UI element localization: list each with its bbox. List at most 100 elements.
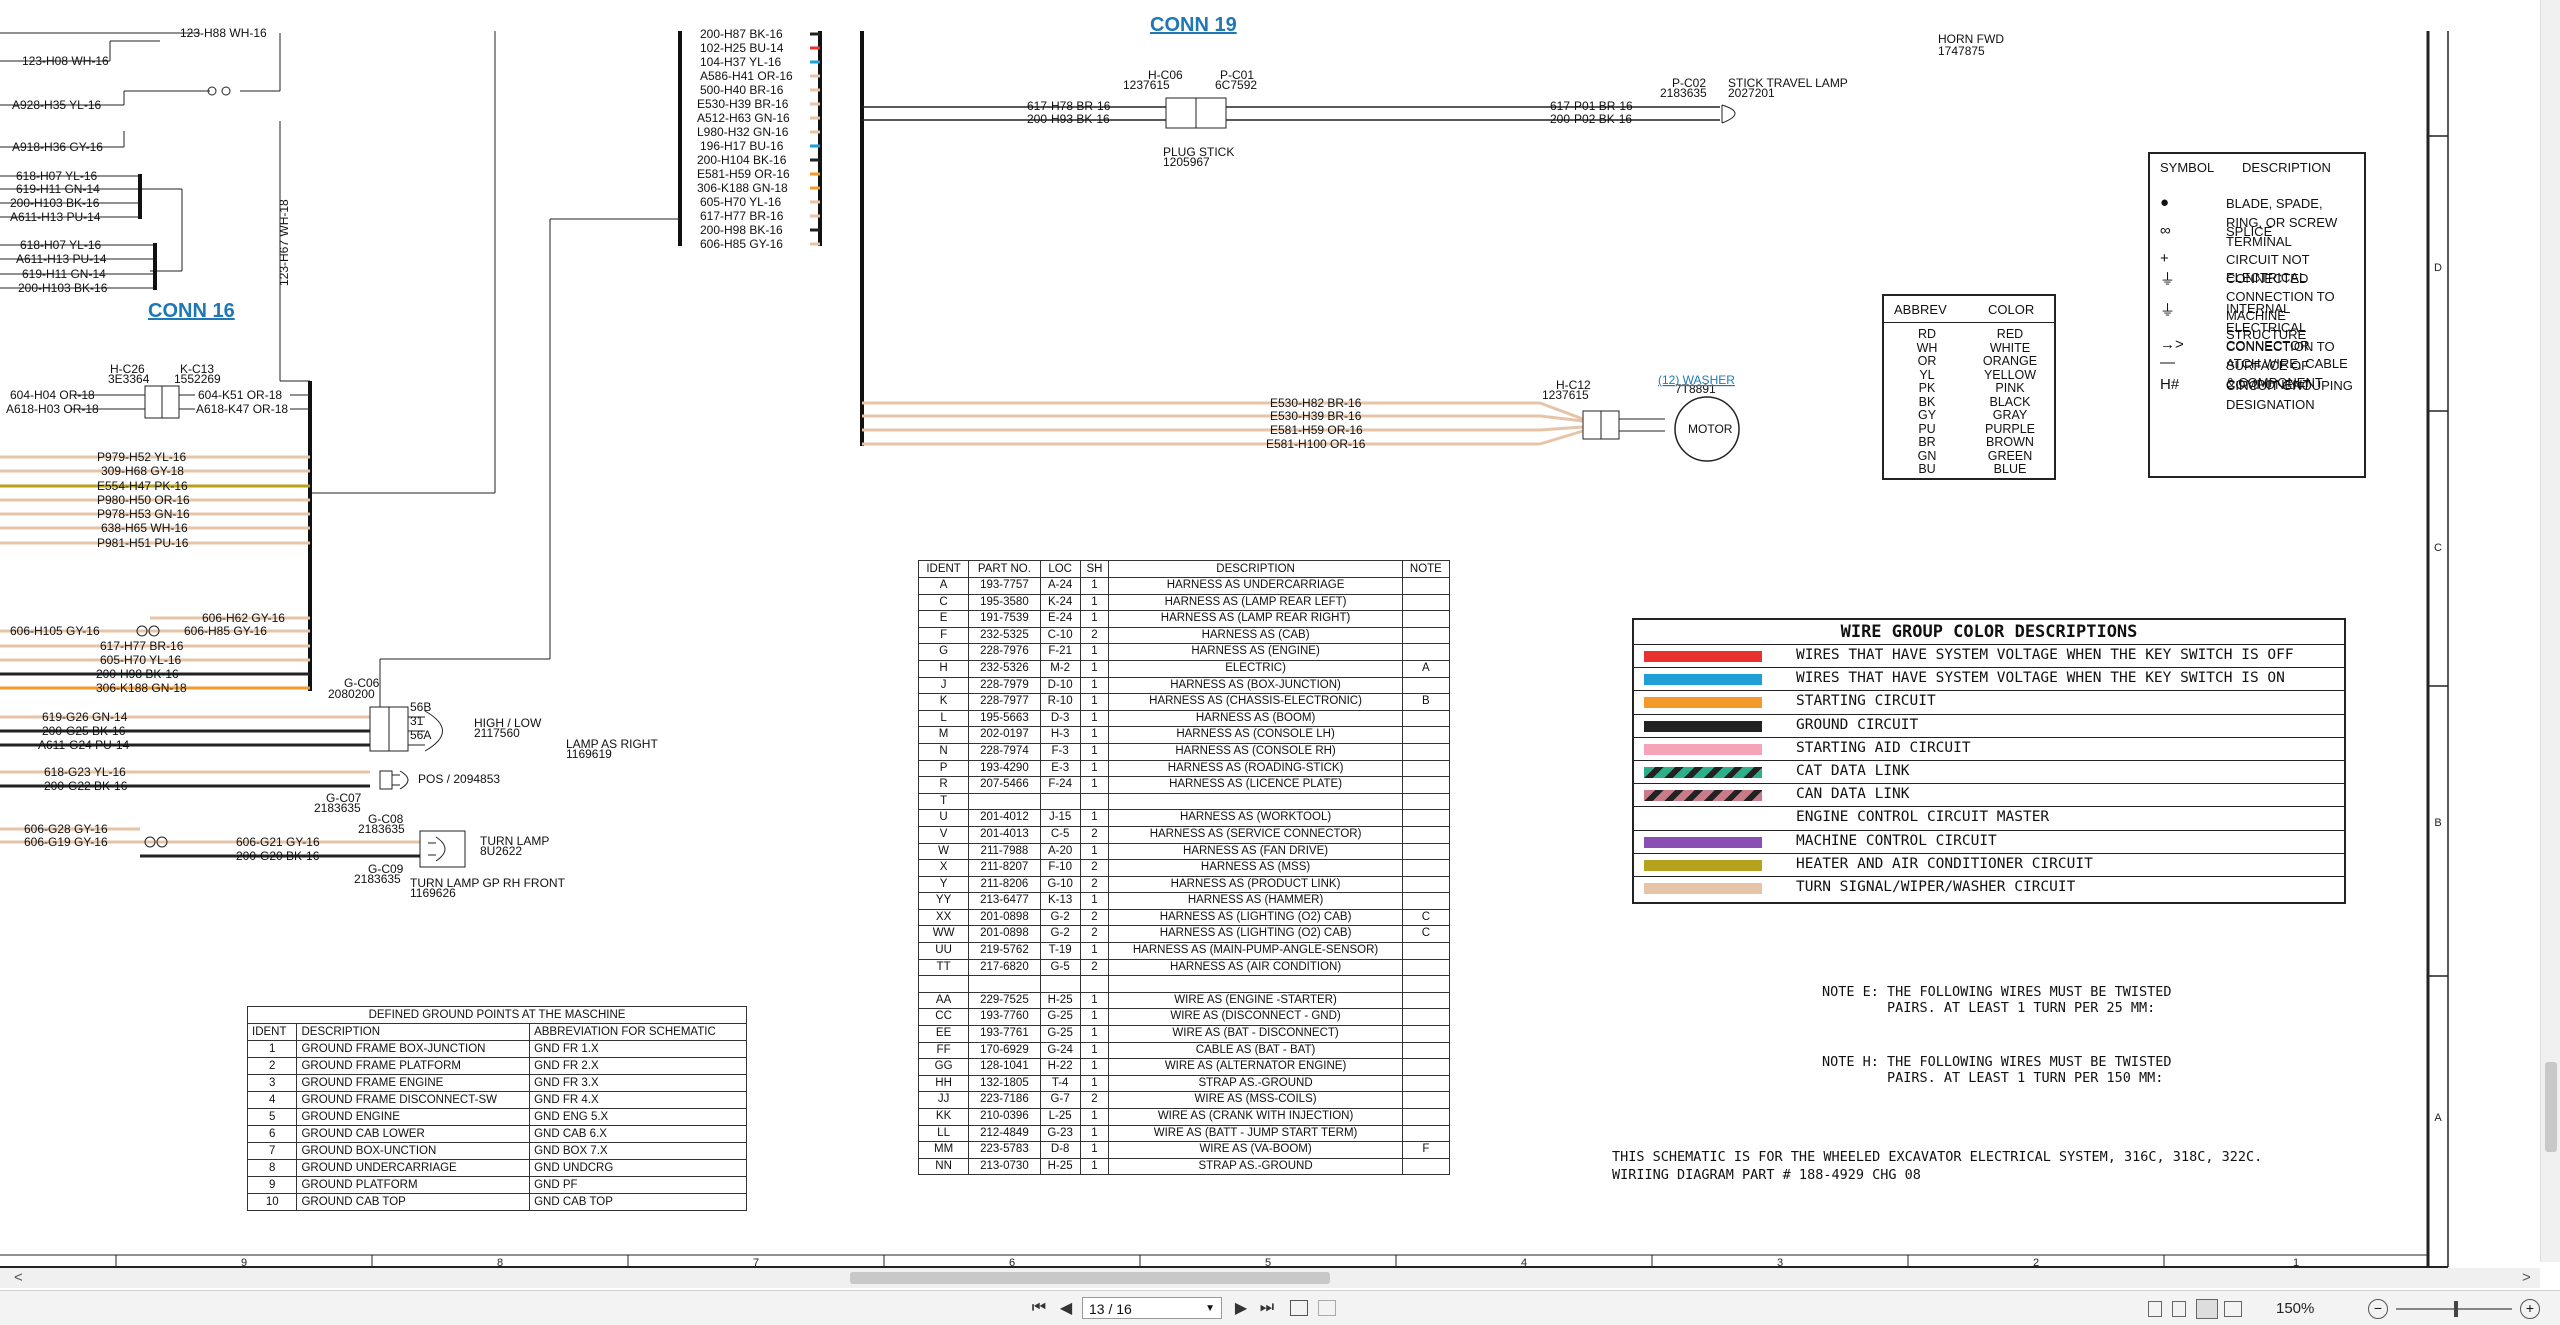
parts-cell: HARNESS AS (ENGINE)	[1108, 643, 1403, 661]
table-row: G 228-7976 F-21 1 HARNESS AS (ENGINE)	[917, 643, 1451, 661]
conn16-title[interactable]: CONN 16	[148, 300, 235, 323]
zoom-slider-handle[interactable]	[2454, 1301, 2458, 1317]
parts-cell: 1	[1079, 1041, 1110, 1060]
conn19-right-part: 6C7592	[1215, 78, 1257, 92]
ground-cell: GND FR 2.X	[529, 1057, 747, 1075]
two-page-icon[interactable]	[2196, 1299, 2218, 1319]
table-row: 6 GROUND CAB LOWER GND CAB 6.X	[246, 1125, 747, 1143]
parts-cell	[1401, 958, 1451, 977]
parts-cell: HARNESS AS (AIR CONDITION)	[1108, 958, 1403, 977]
parts-cell: HARNESS AS UNDERCARRIAGE	[1108, 577, 1403, 595]
horizontal-scroll-thumb[interactable]	[850, 1272, 1330, 1284]
parts-cell: 213-0730	[968, 1157, 1041, 1176]
parts-cell: N	[917, 742, 970, 761]
table-row: 9 GROUND PLATFORM GND PF	[246, 1176, 747, 1194]
scroll-left-arrow[interactable]: <	[14, 1269, 23, 1286]
parts-cell: A	[917, 577, 970, 595]
parts-cell	[1401, 892, 1451, 910]
abbrev-color: ORANGE	[1982, 354, 2038, 368]
parts-cell	[1108, 975, 1403, 993]
parts-cell: 128-1041	[968, 1058, 1041, 1076]
parts-cell	[1401, 792, 1451, 811]
ground-column-header: IDENT	[246, 1023, 298, 1041]
page-value: 13 / 16	[1089, 1301, 1132, 1317]
parts-cell: B	[1401, 693, 1451, 711]
parts-cell	[1401, 809, 1451, 827]
parts-cell	[1401, 875, 1451, 894]
wire-label: 200-H98 BK-16	[96, 667, 179, 681]
parts-cell: E	[917, 610, 970, 628]
parts-cell: 1	[1079, 1008, 1110, 1027]
parts-cell: 213-6477	[968, 892, 1041, 910]
parts-cell: 1	[1079, 1025, 1110, 1043]
wire-label: E581-H59 OR-16	[697, 167, 790, 181]
table-row: C 195-3580 K-24 1 HARNESS AS (LAMP REAR LEFT…	[917, 593, 1451, 612]
scroll-right-arrow[interactable]: >	[2522, 1269, 2531, 1286]
wire-label: 102-H25 BU-14	[700, 41, 784, 55]
continuous-page-icon[interactable]	[2172, 1301, 2186, 1317]
vertical-scroll-thumb[interactable]	[2545, 1062, 2557, 1152]
parts-cell	[1039, 975, 1081, 993]
table-row: XX 201-0898 G-2 2 HARNESS AS (LIGHTING (O2) …	[917, 908, 1451, 927]
vertical-scrollbar[interactable]	[2540, 0, 2560, 1262]
fit-icon[interactable]	[2224, 1301, 2242, 1317]
horizontal-scrollbar[interactable]: < >	[0, 1268, 2540, 1288]
parts-cell: 1	[1079, 1074, 1110, 1093]
color-swatch	[1644, 697, 1762, 709]
parts-cell	[1401, 1041, 1451, 1060]
wire-group-description: STARTING AID CIRCUIT	[1796, 739, 1971, 756]
parts-cell	[968, 792, 1041, 811]
parts-cell: G-7	[1039, 1091, 1081, 1109]
ground-cell: GROUND FRAME DISCONNECT-SW	[296, 1091, 531, 1109]
parts-cell: 217-6820	[968, 958, 1041, 977]
parts-cell: 223-7186	[968, 1091, 1041, 1109]
wire-label: 309-H68 GY-18	[101, 464, 184, 478]
conn19-title[interactable]: CONN 19	[1150, 14, 1237, 37]
parts-cell	[1401, 825, 1451, 844]
ground-cell: GROUND PLATFORM	[296, 1176, 531, 1194]
table-row: KK 210-0396 L-25 1 WIRE AS (CRANK WITH INJEC…	[917, 1108, 1451, 1126]
zoom-in-icon[interactable]: +	[2520, 1299, 2540, 1319]
washer-link[interactable]: (12) WASHER	[1658, 373, 1735, 387]
zoom-slider[interactable]	[2396, 1301, 2512, 1317]
page-select[interactable]: 13 / 16 ▼	[1082, 1297, 1222, 1319]
can-data-swatch	[1644, 790, 1762, 802]
wire-label: A928-H35 YL-16	[12, 98, 102, 112]
parts-cell: J	[917, 676, 970, 695]
motor-label: MOTOR	[1688, 422, 1733, 436]
next-page-button[interactable]: ▶	[1230, 1297, 1252, 1319]
parts-cell: G-25	[1039, 1025, 1081, 1043]
first-page-button[interactable]: ⏮	[1028, 1297, 1050, 1319]
abbrev-code: WH	[1916, 340, 1938, 355]
gc06-part: 2080200	[328, 687, 375, 701]
parts-cell: 1	[1079, 991, 1110, 1010]
table-row: U 201-4012 J-15 1 HARNESS AS (WORKTOOL)	[917, 809, 1451, 827]
parts-cell: WIRE AS (BATT - JUMP START TERM)	[1108, 1124, 1403, 1143]
zoom-out-icon[interactable]: −	[2368, 1299, 2388, 1319]
abbrev-code: PU	[1918, 421, 1936, 436]
parts-cell: D-3	[1039, 709, 1081, 728]
view-mode-alt-icon[interactable]	[1318, 1300, 1336, 1316]
single-page-icon[interactable]	[2148, 1301, 2162, 1317]
chevron-down-icon: ▼	[1205, 1303, 1215, 1314]
last-page-button[interactable]: ⏭	[1256, 1297, 1278, 1319]
wire-label: 638-H65 WH-16	[101, 521, 188, 535]
parts-cell	[1401, 975, 1451, 993]
parts-cell: F-3	[1039, 742, 1081, 761]
symbol-description: CIRCUIT GROUPING DESIGNATION	[2226, 378, 2353, 412]
wire-group-table: WIRE GROUP COLOR DESCRIPTIONS WIRES THAT…	[1632, 618, 2346, 904]
wire-group-description: MACHINE CONTROL CIRCUIT	[1796, 832, 1997, 849]
parts-cell: 232-5326	[968, 659, 1041, 678]
parts-cell: G-23	[1039, 1124, 1081, 1143]
view-mode-icon[interactable]	[1290, 1300, 1308, 1316]
hc12-part: 1237615	[1542, 388, 1589, 402]
parts-cell: WIRE AS (CRANK WITH INJECTION)	[1108, 1108, 1403, 1126]
table-row: WW 201-0898 G-2 2 HARNESS AS (LIGHTING (O2) …	[917, 925, 1451, 944]
wire-label: 606-H85 GY-16	[700, 237, 783, 251]
parts-cell: 1	[1079, 577, 1110, 595]
wire-group-description: ENGINE CONTROL CIRCUIT MASTER	[1796, 809, 2050, 826]
parts-cell: WIRE AS (DISCONNECT - GND)	[1108, 1008, 1403, 1027]
prev-page-button[interactable]: ◀	[1055, 1297, 1077, 1319]
parts-cell: 228-7976	[968, 643, 1041, 661]
parts-cell: C-10	[1039, 626, 1081, 645]
